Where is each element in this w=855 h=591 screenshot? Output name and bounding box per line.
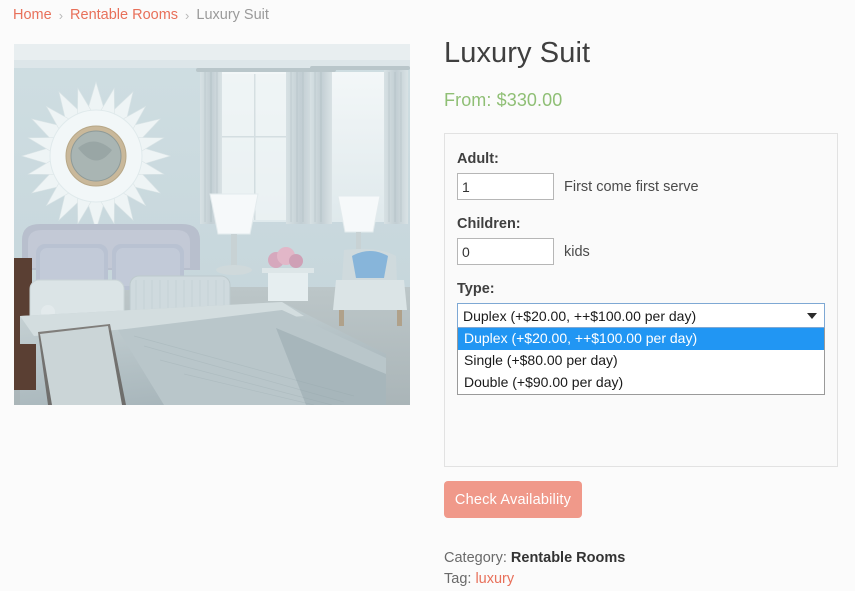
- check-availability-button[interactable]: Check Availability: [444, 481, 582, 518]
- type-select-wrapper: Duplex (+$20.00, ++$100.00 per day) Dupl…: [457, 303, 825, 395]
- type-select-menu: Duplex (+$20.00, ++$100.00 per day) Sing…: [457, 328, 825, 395]
- breadcrumb-item-home[interactable]: Home: [13, 7, 52, 23]
- children-input[interactable]: [457, 238, 554, 265]
- breadcrumb-item-current: Luxury Suit: [196, 7, 269, 23]
- category-value: Rentable Rooms: [510, 550, 626, 566]
- breadcrumb-separator-icon: ›: [58, 7, 64, 23]
- breadcrumb: Home › Rentable Rooms › Luxury Suit: [13, 0, 269, 30]
- product-summary: Luxury Suit From: $330.00: [444, 36, 840, 111]
- type-select[interactable]: Duplex (+$20.00, ++$100.00 per day): [457, 303, 825, 328]
- tag-label: Tag:: [444, 571, 472, 587]
- category-row: Category: Rentable Rooms: [444, 548, 625, 569]
- chevron-down-icon: [807, 312, 817, 319]
- breadcrumb-separator-icon: ›: [185, 7, 190, 23]
- tag-link-luxury[interactable]: luxury: [475, 571, 514, 587]
- adult-field-row: First come first serve: [457, 173, 837, 200]
- category-label: Category:: [444, 550, 507, 566]
- product-price: From: $330.00: [444, 89, 563, 110]
- adult-input[interactable]: [457, 173, 554, 200]
- adult-label: Adult:: [457, 151, 499, 167]
- page-title: Luxury Suit: [444, 37, 591, 69]
- type-option-duplex[interactable]: Duplex (+$20.00, ++$100.00 per day): [458, 328, 824, 350]
- product-meta: Category: Rentable Rooms Tag: luxury: [444, 548, 625, 590]
- booking-form-card: Adult: First come first serve Children: …: [444, 133, 838, 467]
- children-hint: kids: [564, 243, 590, 260]
- children-label: Children:: [457, 216, 521, 232]
- type-select-value: Duplex (+$20.00, ++$100.00 per day): [463, 307, 697, 324]
- type-label: Type:: [457, 281, 495, 297]
- type-option-double[interactable]: Double (+$90.00 per day): [458, 372, 824, 394]
- tag-row: Tag: luxury: [444, 569, 625, 590]
- type-option-single[interactable]: Single (+$80.00 per day): [458, 350, 824, 372]
- product-image[interactable]: [14, 44, 410, 405]
- breadcrumb-item-rentable-rooms[interactable]: Rentable Rooms: [70, 7, 178, 23]
- adult-hint: First come first serve: [564, 178, 699, 195]
- bedroom-illustration: [14, 44, 410, 405]
- children-field-row: kids: [457, 238, 837, 265]
